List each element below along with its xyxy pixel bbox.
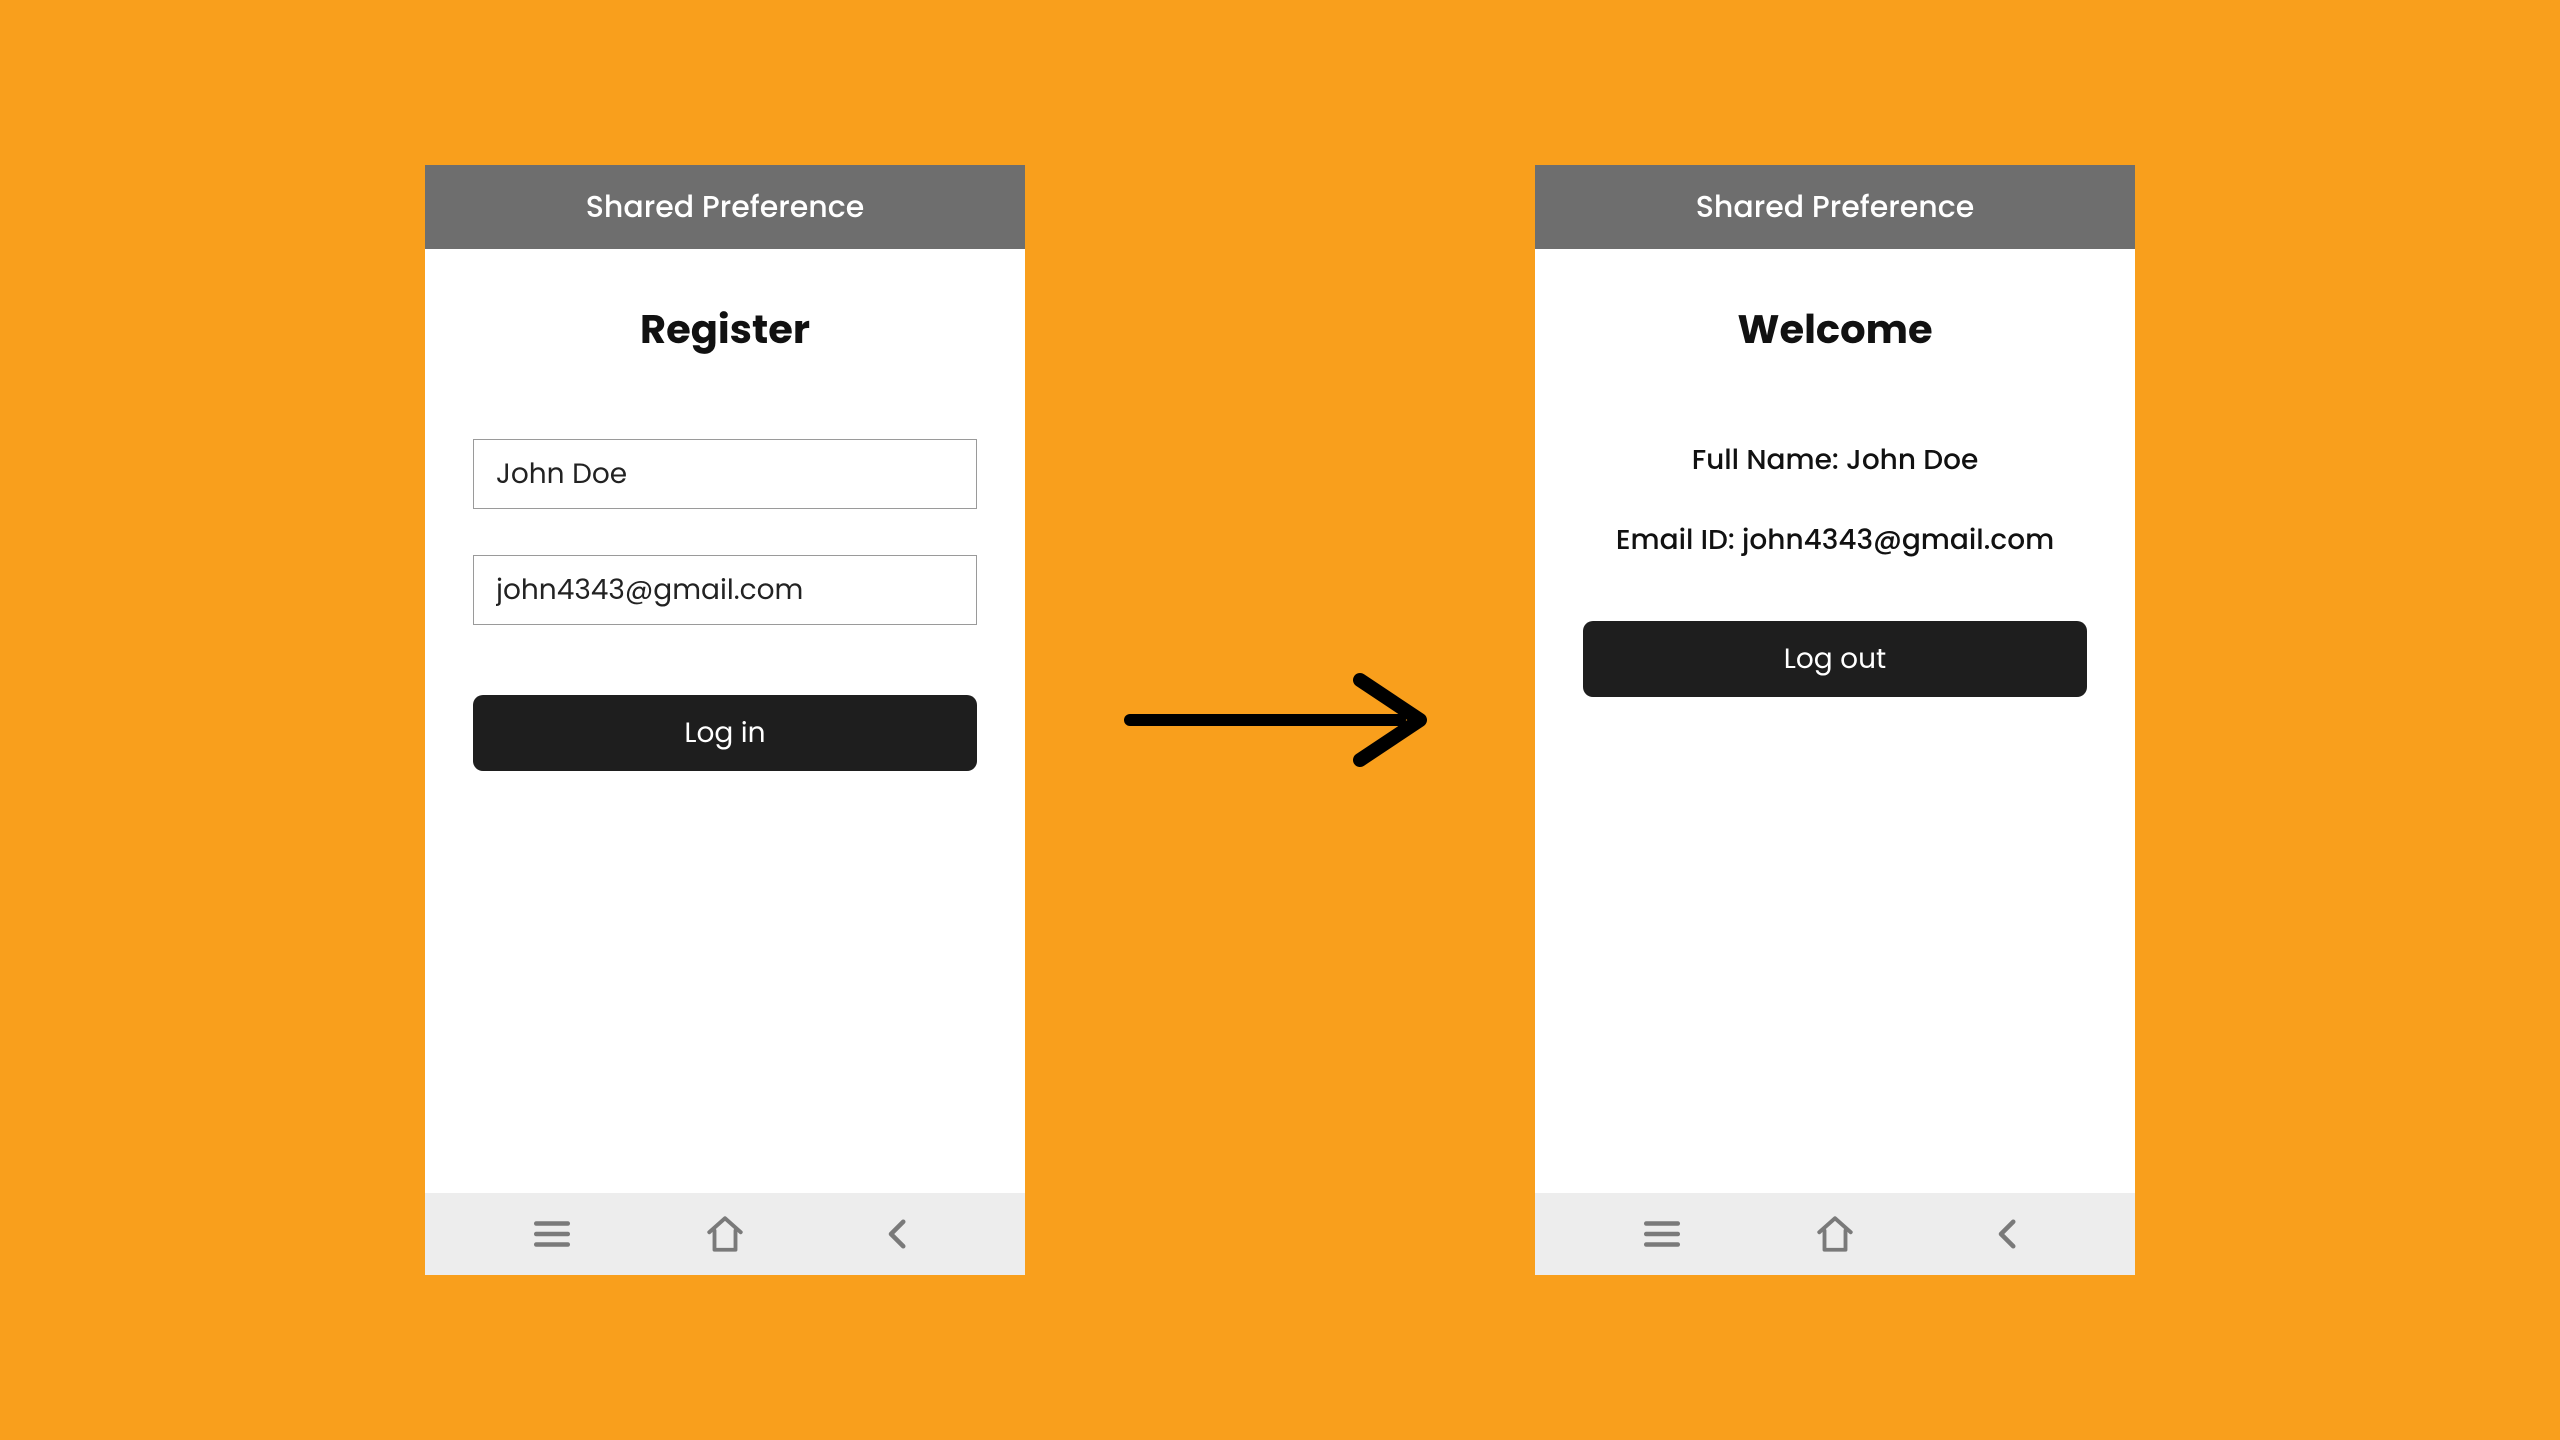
menu-icon[interactable]: [531, 1213, 573, 1255]
appbar: Shared Preference: [425, 165, 1025, 249]
back-icon[interactable]: [877, 1213, 919, 1255]
menu-icon[interactable]: [1641, 1213, 1683, 1255]
fullname-label: Full Name: John Doe: [1692, 439, 1979, 481]
phone-register: Shared Preference Register Log in: [425, 165, 1025, 1275]
home-icon[interactable]: [1814, 1213, 1856, 1255]
email-label: Email ID: john4343@gmail.com: [1616, 519, 2054, 561]
android-navbar: [1535, 1193, 2135, 1275]
back-icon[interactable]: [1987, 1213, 2029, 1255]
phone-welcome: Shared Preference Welcome Full Name: Joh…: [1535, 165, 2135, 1275]
page-title: Welcome: [1737, 299, 1932, 359]
email-input[interactable]: [473, 555, 977, 625]
logout-button[interactable]: Log out: [1583, 621, 2087, 697]
diagram-canvas: Shared Preference Register Log in: [0, 0, 2560, 1440]
login-button[interactable]: Log in: [473, 695, 977, 771]
welcome-content: Welcome Full Name: John Doe Email ID: jo…: [1535, 249, 2135, 1193]
appbar-title: Shared Preference: [1696, 184, 1974, 230]
android-navbar: [425, 1193, 1025, 1275]
appbar-title: Shared Preference: [586, 184, 864, 230]
register-content: Register Log in: [425, 249, 1025, 1193]
appbar: Shared Preference: [1535, 165, 2135, 249]
page-title: Register: [640, 299, 810, 359]
home-icon[interactable]: [704, 1213, 746, 1255]
arrow-right-icon: [1115, 665, 1445, 775]
name-input[interactable]: [473, 439, 977, 509]
